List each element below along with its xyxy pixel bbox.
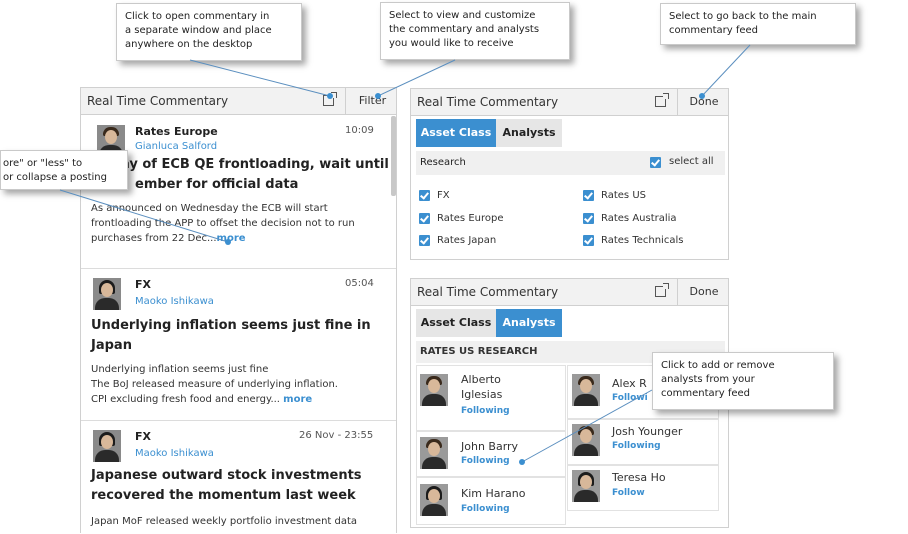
connector-line <box>189 59 331 97</box>
connector-line <box>59 189 229 243</box>
connector-line <box>377 59 456 97</box>
connector-dot <box>327 93 333 99</box>
connector-dot <box>225 239 231 245</box>
connector-line <box>701 44 751 97</box>
connector-line <box>521 389 653 463</box>
connector-dot <box>519 459 525 465</box>
connector-dot <box>699 93 705 99</box>
connector-dot <box>375 93 381 99</box>
callout-connectors <box>59 44 751 465</box>
